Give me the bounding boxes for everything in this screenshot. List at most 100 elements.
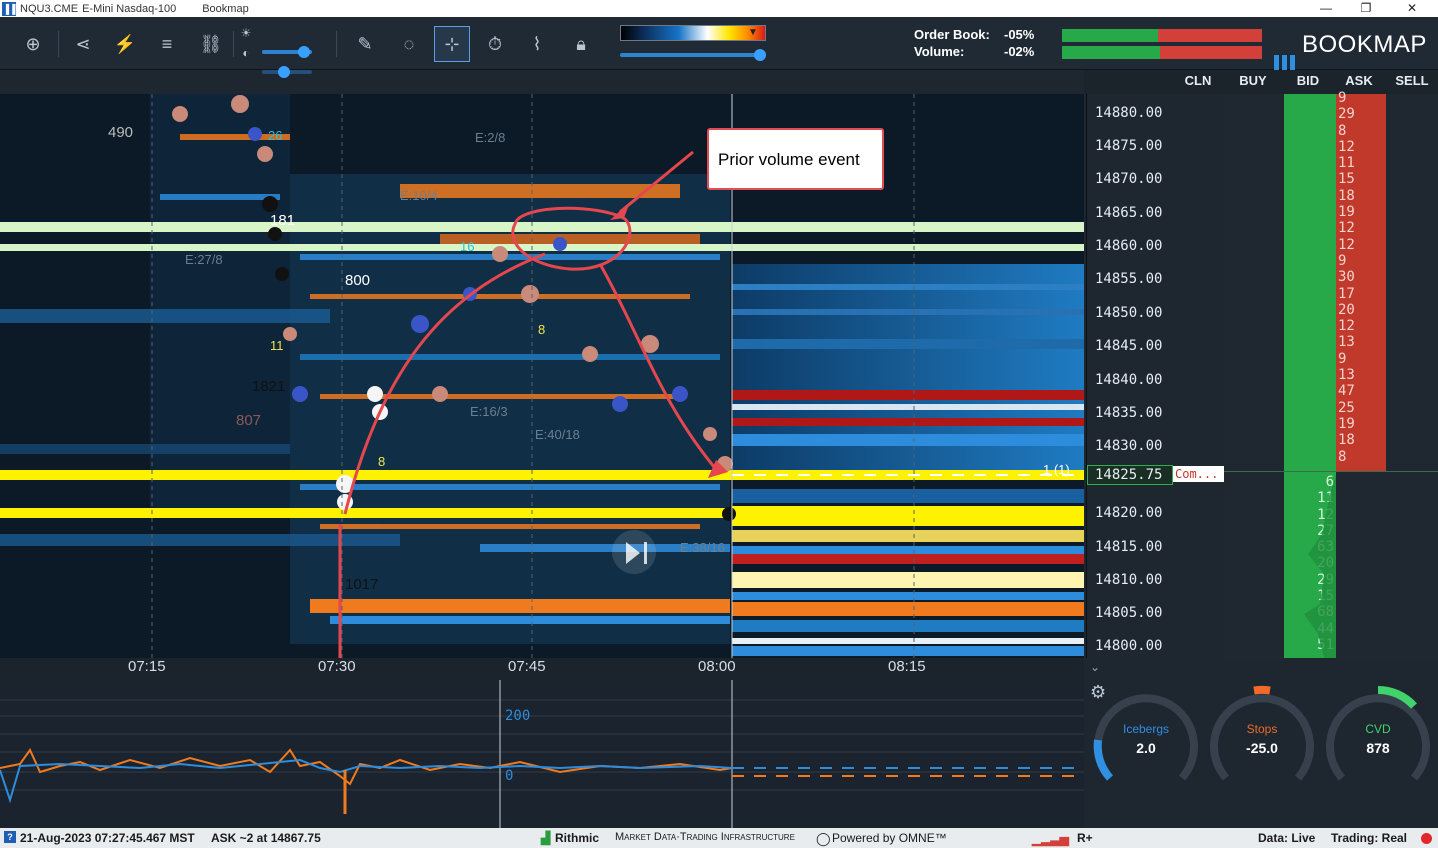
cvd-gauge-value: 878 [1366,740,1390,756]
window-titlebar: ▐▐ NQU3.CME E-Mini Nasdaq-100 Bookmap — … [0,0,1438,17]
minimize-button[interactable]: — [1306,0,1346,17]
price-label: 14870.00 [1095,171,1163,187]
stops-gauge-label: Stops [1246,722,1278,736]
ask-size-cell: 12 [1338,138,1355,155]
icebergs-gauge-value: 2.0 [1136,740,1156,756]
ask-size-cell: 47 [1338,383,1355,400]
value-label-1: E:2/8 [475,130,506,145]
maximize-button[interactable]: ❐ [1346,0,1386,17]
bubble-label-800: 800 [345,272,371,289]
position-marker: 1 (1) [1043,462,1070,477]
bubble-label-181: 181 [270,212,296,229]
ask-size-cell: 15 [1338,171,1355,188]
bubble-label-1017: 1017 [345,576,379,593]
contrast-knob[interactable] [278,66,290,78]
status-ask: ASK ~2 at 14867.75 [211,831,321,845]
cvd-indicator-pane[interactable]: 200 0 [0,680,1084,828]
status-powered: Powered by OMNE™ [832,831,947,845]
small-label-8a: 8 [538,322,546,337]
crosshair-icon[interactable]: ⊹ [434,26,470,62]
ask-size-cell: 9 [1338,252,1347,269]
prior-volume-event-callout: Prior volume event [707,128,884,190]
close-button[interactable]: ✕ [1392,0,1432,17]
heatmap-chart[interactable]: 490 181 800 1821 1017 807 26 11 8 8 16 E… [0,94,1084,658]
color-scale-slider[interactable] [620,53,766,57]
price-label: 14860.00 [1095,238,1163,254]
indicator-level-200: 200 [505,708,531,724]
bookmap-app-icon: ▐▐ [2,1,16,16]
callout-text: Prior volume event [718,150,860,169]
highlight-line-14820 [0,508,730,518]
dom-ladder[interactable]: 9 29 8 12 11 15 18 19 12 12 9 30 17 20 12 13 9 13 47 25 19 18… [1224,90,1438,658]
bubble-label-807: 807 [236,412,262,429]
highlight-line-14860 [0,244,1084,251]
price-label: 14820.00 [1095,505,1163,521]
chevron-down-icon[interactable]: ▼ [748,27,758,38]
bid-volume-profile [1304,474,1336,658]
chart-line-icon[interactable]: ⌇ [522,29,552,59]
bid-header[interactable]: BID [1284,70,1332,92]
status-datetime: 21-Aug-2023 07:27:45.467 MST [20,831,195,845]
window-instrument: E-Mini Nasdaq-100 [82,2,177,15]
window-app-name: Bookmap [202,2,249,15]
ask-size-cell: 13 [1338,367,1355,384]
indicator-level-0: 0 [505,768,514,784]
highlight-line-14825 [0,470,1084,480]
timer-icon[interactable]: ⏱ [480,29,510,59]
share-icon[interactable]: ⋖ [68,29,98,59]
signal-bars-icon: ▁▂▃▅ [1032,832,1069,846]
price-axis[interactable]: 14880.00 14875.00 14870.00 14865.00 1486… [1086,94,1225,658]
ask-size-cell: 12 [1338,318,1355,335]
value-label-6: E:38/16 [680,540,725,555]
price-label: 14850.00 [1095,305,1163,321]
price-label: 14815.00 [1095,539,1163,555]
time-tick: 07:45 [508,658,546,675]
ask-size-cell: 20 [1338,301,1355,318]
collapse-chevron-icon[interactable]: ⌄ [1090,660,1100,674]
replay-play-button[interactable] [612,530,656,574]
ask-size-list: 9 29 8 12 11 15 18 19 12 12 9 30 17 20 12 13 9 13 47 25 19 18… [1338,90,1366,465]
link-icon[interactable]: ⛓ [196,29,226,59]
status-provider: Rithmic [555,831,600,845]
strategy-icon[interactable]: ⚡ [110,29,140,59]
pencil-icon[interactable]: ✎ [350,29,380,59]
price-label: 14805.00 [1095,605,1163,621]
ask-size-cell: 8 [1338,122,1347,139]
order-book-label: Order Book: [914,27,990,42]
price-label: 14835.00 [1095,405,1163,421]
volume-imbalance-bar [1062,46,1262,59]
ask-size-cell: 19 [1338,204,1355,221]
sell-header[interactable]: SELL [1390,70,1434,92]
brightness-knob[interactable] [298,46,310,58]
ask-header[interactable]: ASK [1336,70,1382,92]
cln-header[interactable]: CLN [1176,70,1220,92]
lock-icon[interactable]: 🔒︎ [566,29,596,59]
small-label-8b: 8 [378,454,386,469]
indicator-canvas [0,680,1084,828]
order-book-imbalance-bar [1062,29,1262,42]
price-label: 14865.00 [1095,205,1163,221]
zoom-fit-icon[interactable]: ⊕ [18,29,48,59]
contrast-icon: ◐ [242,46,250,60]
buy-header[interactable]: BUY [1230,70,1276,92]
cvd-gauge [1326,685,1430,781]
price-label: 14810.00 [1095,572,1163,588]
cvd-gauge-label: CVD [1365,722,1391,736]
highlight-line-14862 [0,222,1084,232]
time-axis[interactable]: 07:15 07:30 07:45 08:00 08:15 [0,658,1084,680]
heatmap-canvas [0,94,1084,658]
price-label: 14830.00 [1095,438,1163,454]
help-icon[interactable]: ? [4,831,16,843]
chat-icon[interactable]: ◌ [394,29,424,59]
window-symbol: NQU3.CME [20,2,79,15]
bookmap-logo-text: BOOKMAP [1302,31,1427,58]
color-scale-knob[interactable] [754,49,766,61]
value-label-5: E:16/3 [470,404,508,419]
ask-size-cell: 11 [1338,155,1355,172]
status-provider-tagline: Market Data·Trading Infrastructure [615,831,795,843]
layers-icon[interactable]: ≡ [152,29,182,59]
heatmap-color-scale[interactable] [620,25,766,41]
current-price-tag: Com... [1173,466,1225,482]
value-label-3: E:27/8 [185,252,223,267]
status-rplus: R+ [1077,831,1093,845]
